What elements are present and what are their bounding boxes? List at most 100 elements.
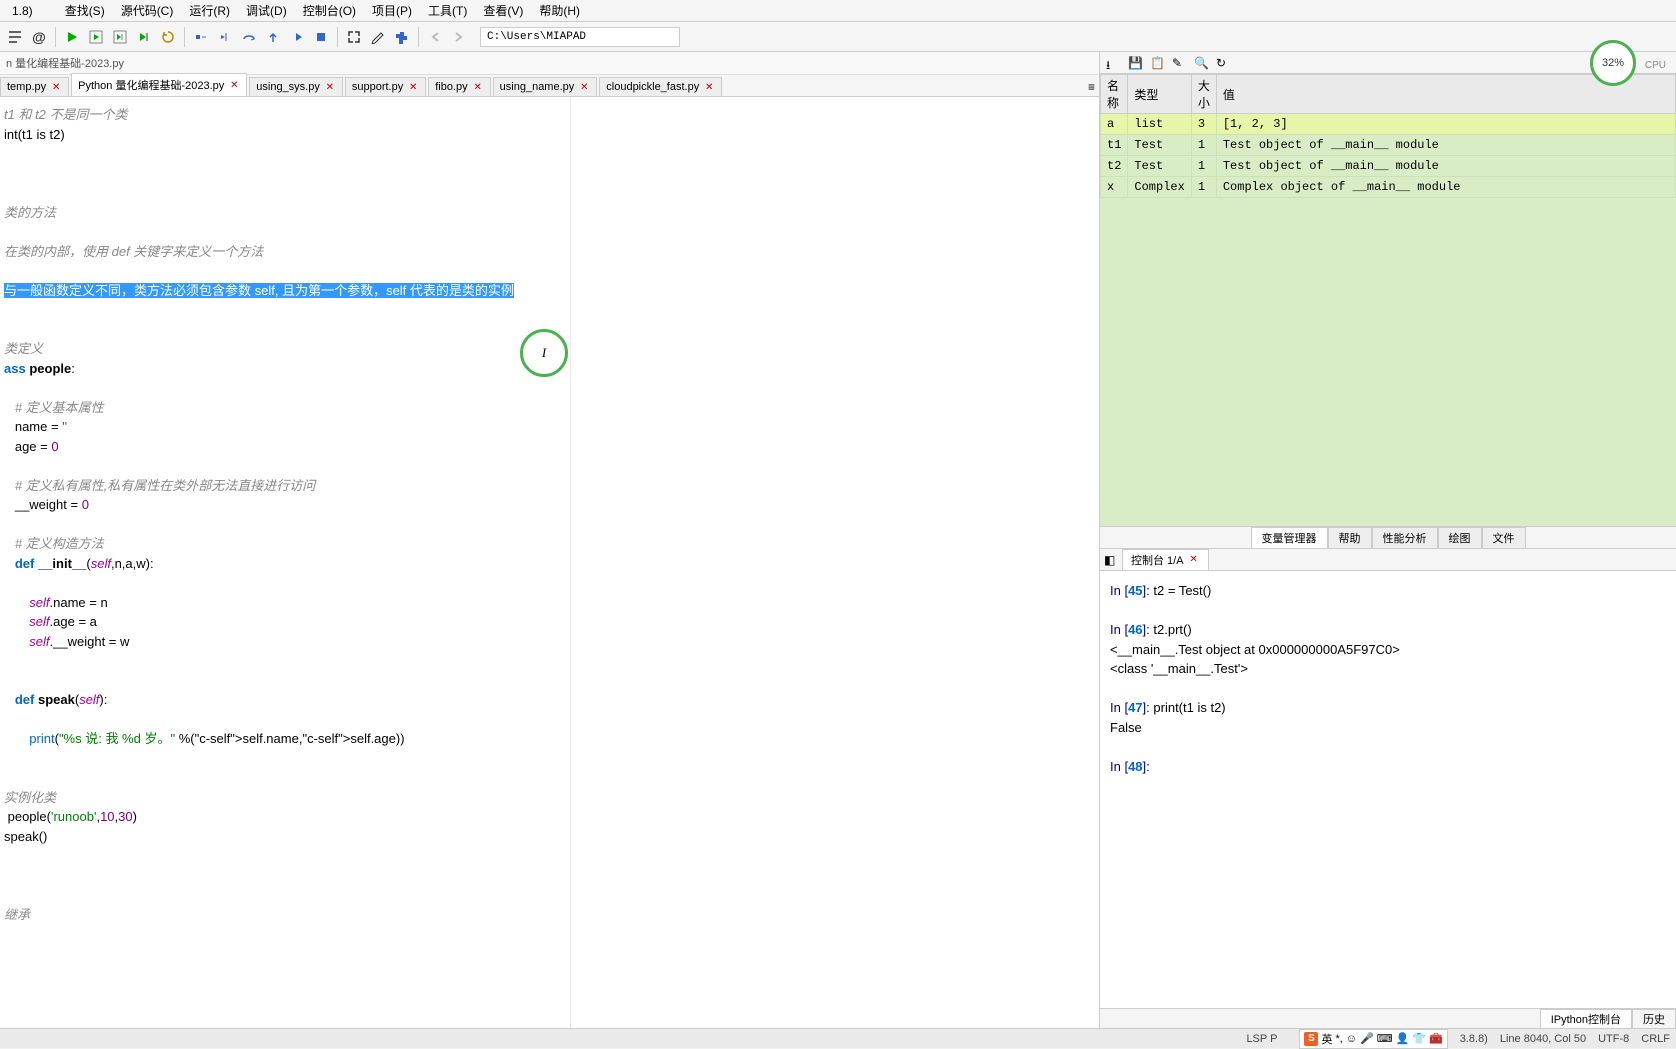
console-line: In [47]: print(t1 is t2) (1110, 698, 1666, 718)
debug-stop-button[interactable] (310, 26, 332, 48)
run-cell-button[interactable] (85, 26, 107, 48)
debug-step-button[interactable] (214, 26, 236, 48)
console-line: In [46]: t2.prt() (1110, 620, 1666, 640)
refresh-icon[interactable]: ↻ (1216, 56, 1230, 70)
editor-line (0, 749, 1099, 769)
tab-overflow-icon[interactable]: ≡ (1084, 78, 1099, 96)
variable-row[interactable]: t2Test1Test object of __main__ module (1101, 156, 1676, 177)
menu-find[interactable]: 查找(S) (57, 0, 113, 21)
restart-kernel-button[interactable] (157, 26, 179, 48)
editor-line (0, 885, 1099, 905)
editor-line: 继承 (0, 905, 1099, 925)
menu-console[interactable]: 控制台(O) (295, 0, 364, 21)
clear-icon[interactable]: ✎ (1172, 56, 1186, 70)
save-as-icon[interactable]: 📋 (1150, 56, 1164, 70)
menu-run[interactable]: 运行(R) (181, 0, 238, 21)
close-icon[interactable]: ✕ (1188, 554, 1200, 566)
editor-tab[interactable]: using_sys.py✕ (249, 77, 343, 96)
close-icon[interactable]: ✕ (407, 81, 419, 93)
editor-line (0, 183, 1099, 203)
console-tab[interactable]: 控制台 1/A ✕ (1122, 549, 1209, 571)
editor-tab[interactable]: fibo.py ✕ (428, 77, 490, 96)
run-selection-button[interactable] (133, 26, 155, 48)
outline-button[interactable] (4, 26, 26, 48)
content-area: n 量化编程基础-2023.py temp.py✕Python 量化编程基础-2… (0, 52, 1676, 1028)
status-ime[interactable]: S 英 *, ☺ 🎤 ⌨ 👤 👕 🧰 (1299, 1029, 1447, 1049)
right-pane-tab[interactable]: 绘图 (1438, 527, 1482, 549)
close-icon[interactable]: ✕ (50, 81, 62, 93)
variable-explorer[interactable]: 名称类型大小值alist3[1, 2, 3]t1Test1Test object… (1100, 74, 1676, 526)
nav-back-button[interactable] (424, 26, 446, 48)
nav-fwd-button[interactable] (448, 26, 470, 48)
run-button[interactable] (61, 26, 83, 48)
debug-step-over-button[interactable] (238, 26, 260, 48)
debug-step-out-button[interactable] (262, 26, 284, 48)
editor-line: int(t1 is t2) (0, 125, 1099, 145)
right-pane: ⭳ 💾 📋 ✎ 🔍 ↻ 名称类型大小值alist3[1, 2, 3]t1Test… (1100, 52, 1676, 1028)
editor-tab[interactable]: temp.py ✕ (0, 77, 69, 96)
editor-pane: n 量化编程基础-2023.py temp.py✕Python 量化编程基础-2… (0, 52, 1100, 1028)
ipython-console[interactable]: In [45]: t2 = Test() In [46]: t2.prt()<_… (1100, 571, 1676, 1008)
tab-label: Python 量化编程基础-2023.py (78, 77, 224, 93)
editor-line (0, 378, 1099, 398)
editor-line (0, 164, 1099, 184)
tab-label: temp.py (7, 81, 46, 93)
menu-tools[interactable]: 工具(T) (420, 0, 475, 21)
toolbar: @ (0, 22, 1676, 52)
debug-step-in-button[interactable] (190, 26, 212, 48)
right-pane-tab[interactable]: 变量管理器 (1251, 527, 1328, 549)
debug-continue-button[interactable] (286, 26, 308, 48)
right-pane-tab[interactable]: 帮助 (1328, 527, 1372, 549)
import-data-icon[interactable]: ⭳ (1106, 56, 1120, 70)
close-icon[interactable]: ✕ (703, 81, 715, 93)
column-header[interactable]: 名称 (1101, 75, 1128, 114)
right-pane-tab[interactable]: 文件 (1482, 527, 1526, 549)
console-bottom-tab[interactable]: IPython控制台 (1540, 1009, 1632, 1029)
editor-tab[interactable]: support.py✕ (345, 77, 426, 96)
console-dock-icon[interactable]: ◧ (1104, 553, 1118, 567)
code-editor[interactable]: I t1 和 t2 不是同一个类int(t1 is t2) 类的方法 在类的内部… (0, 97, 1099, 1028)
editor-line: t1 和 t2 不是同一个类 (0, 105, 1099, 125)
editor-tab[interactable]: using_name.py✕ (493, 77, 598, 96)
variable-row[interactable]: xComplex1Complex object of __main__ modu… (1101, 177, 1676, 198)
sogou-icon: S (1304, 1032, 1318, 1046)
workdir-input[interactable] (480, 27, 680, 47)
editor-line (0, 573, 1099, 593)
editor-line: 实例化类 (0, 788, 1099, 808)
menu-view[interactable]: 查看(V) (475, 0, 531, 21)
save-data-icon[interactable]: 💾 (1128, 56, 1142, 70)
column-header[interactable]: 类型 (1128, 75, 1191, 114)
menu-project[interactable]: 项目(P) (364, 0, 420, 21)
editor-line (0, 144, 1099, 164)
editor-line: __weight = 0 (0, 495, 1099, 515)
search-icon[interactable]: 🔍 (1194, 56, 1208, 70)
status-bar: LSP P S 英 *, ☺ 🎤 ⌨ 👤 👕 🧰 3.8.8) Line 804… (0, 1028, 1676, 1048)
right-pane-tab[interactable]: 性能分析 (1372, 527, 1438, 549)
menu-debug[interactable]: 调试(D) (238, 0, 295, 21)
console-bottom-tab[interactable]: 历史 (1632, 1009, 1676, 1029)
variable-row[interactable]: t1Test1Test object of __main__ module (1101, 135, 1676, 156)
close-icon[interactable]: ✕ (324, 81, 336, 93)
editor-tab[interactable]: cloudpickle_fast.py✕ (599, 77, 722, 96)
editor-line: def __init__(self,n,a,w): (0, 554, 1099, 574)
maximize-button[interactable] (343, 26, 365, 48)
variable-row[interactable]: alist3[1, 2, 3] (1101, 114, 1676, 135)
cpu-label: CPU (1645, 60, 1666, 71)
editor-line: # 定义私有属性,私有属性在类外部无法直接进行访问 (0, 476, 1099, 496)
console-line: False (1110, 718, 1666, 738)
close-icon[interactable]: ✕ (228, 79, 240, 91)
cpu-gauge: 32% (1590, 40, 1636, 86)
close-icon[interactable]: ✕ (472, 81, 484, 93)
run-cell-advance-button[interactable] (109, 26, 131, 48)
close-icon[interactable]: ✕ (578, 81, 590, 93)
python-path-button[interactable] (391, 26, 413, 48)
preferences-button[interactable] (367, 26, 389, 48)
editor-line: age = 0 (0, 437, 1099, 457)
editor-tab[interactable]: Python 量化编程基础-2023.py ✕ (71, 73, 247, 96)
column-header[interactable]: 大小 (1191, 75, 1216, 114)
at-button[interactable]: @ (28, 26, 50, 48)
console-tabbar: ◧ 控制台 1/A ✕ (1100, 549, 1676, 571)
menu-help[interactable]: 帮助(H) (531, 0, 588, 21)
menu-source[interactable]: 源代码(C) (113, 0, 182, 21)
tab-label: fibo.py (435, 81, 467, 93)
